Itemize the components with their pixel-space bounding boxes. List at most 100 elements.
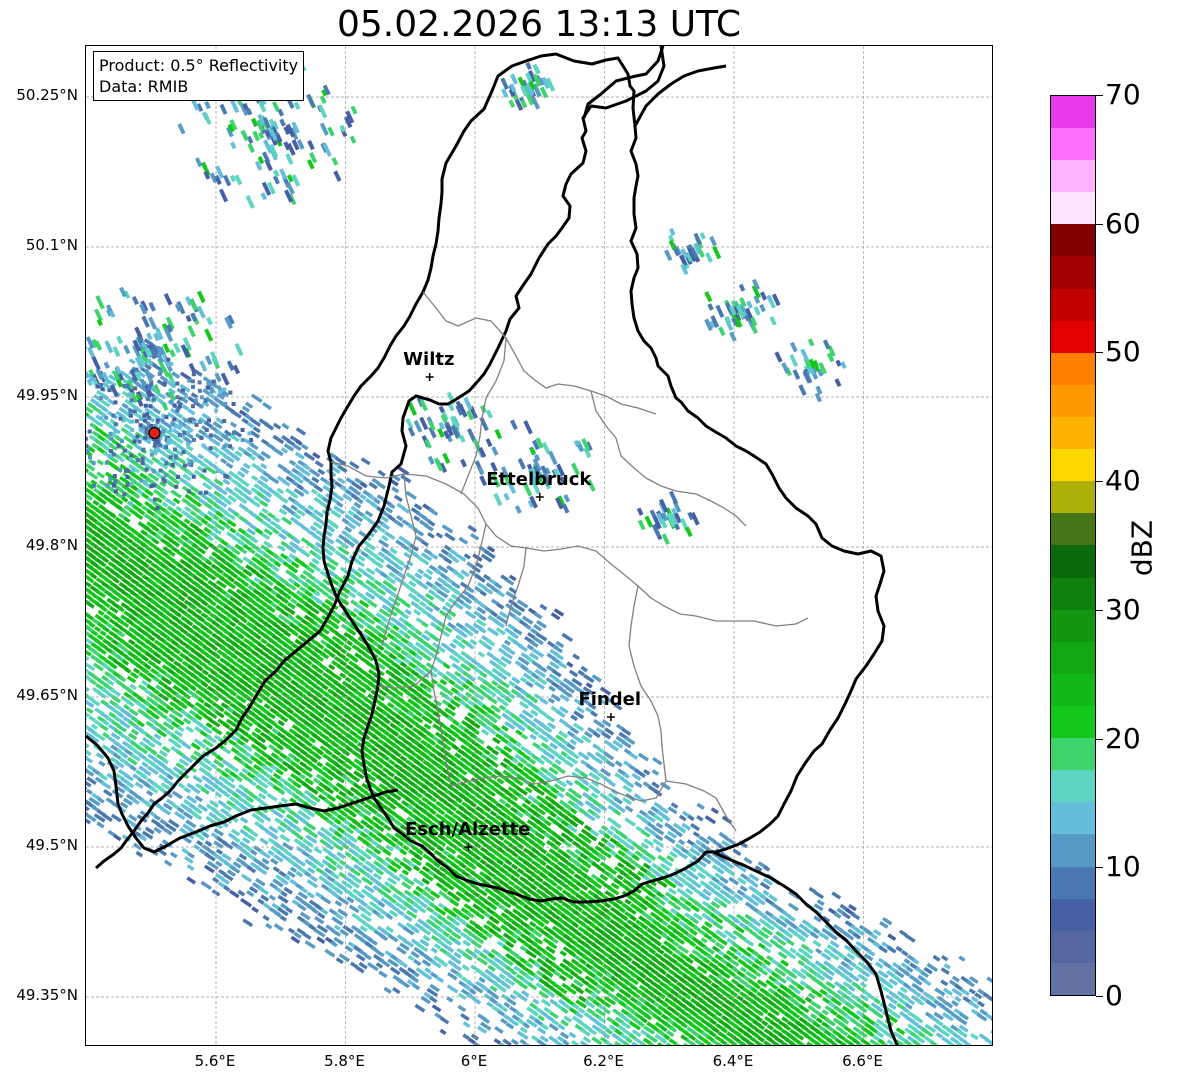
reflectivity-cell — [391, 486, 400, 494]
reflectivity-cell — [427, 532, 435, 539]
reflectivity-cell — [98, 760, 106, 767]
reflectivity-cell — [461, 964, 470, 972]
reflectivity-cell — [421, 971, 433, 981]
reflectivity-cell — [279, 496, 289, 504]
reflectivity-cell — [294, 451, 305, 460]
reflectivity-cell — [251, 475, 259, 482]
reflectivity-cell — [288, 459, 297, 466]
map-title: 05.02.2026 13:13 UTC — [336, 4, 742, 45]
radar-map[interactable] — [85, 45, 993, 1046]
reflectivity-cell — [393, 519, 404, 528]
reflectivity-cell — [344, 676, 352, 683]
reflectivity-cell — [242, 918, 254, 928]
reflectivity-cell — [413, 959, 422, 967]
reflectivity-cell — [300, 549, 311, 558]
reflectivity-cell — [477, 651, 486, 658]
reflectivity-cell — [87, 471, 99, 480]
reflectivity-cell — [310, 488, 318, 495]
reflectivity-cell — [557, 767, 566, 775]
reflectivity-cell — [289, 866, 297, 873]
reflectivity-cell — [439, 1016, 450, 1025]
reflectivity-cell — [161, 501, 169, 508]
reflectivity-cell — [518, 644, 528, 653]
reflectivity-cell — [182, 742, 192, 750]
reflectivity-cell — [251, 906, 259, 914]
reflectivity-cell — [435, 975, 445, 984]
reflectivity-cell — [539, 603, 548, 611]
reflectivity-cell — [458, 536, 469, 545]
reflectivity-cell — [169, 851, 178, 859]
reflectivity-cell — [86, 756, 94, 764]
reflectivity-cell — [302, 931, 312, 940]
reflectivity-cell — [572, 653, 580, 661]
reflectivity-cell — [503, 639, 511, 646]
reflectivity-cell — [346, 640, 354, 647]
reflectivity-cell — [606, 760, 616, 768]
reflectivity-cell — [88, 715, 96, 722]
reflectivity-cell — [86, 426, 88, 435]
reflectivity-cell — [212, 876, 220, 884]
reflectivity-cell — [211, 726, 223, 736]
reflectivity-cell — [254, 727, 262, 734]
reflectivity-cell — [388, 934, 399, 943]
reflectivity-cell — [257, 886, 269, 896]
reflectivity-cell — [228, 889, 240, 899]
reflectivity-cell — [281, 516, 293, 526]
reflectivity-cell — [197, 453, 205, 460]
reflectivity-cell — [547, 697, 555, 704]
reflectivity-cell — [200, 880, 213, 890]
reflectivity-cell — [377, 469, 386, 477]
reflectivity-cell — [279, 915, 288, 922]
reflectivity-cell — [431, 1004, 442, 1013]
reflectivity-cell — [192, 774, 203, 784]
reflectivity-cell — [360, 457, 371, 466]
reflectivity-cell — [239, 816, 249, 824]
reflectivity-cell — [170, 489, 182, 499]
reflectivity-cell — [367, 599, 378, 609]
reflectivity-cell — [279, 833, 291, 843]
reflectivity-cell — [273, 923, 284, 932]
reflectivity-cell — [544, 713, 556, 723]
reflectivity-cell — [94, 626, 102, 633]
reflectivity-cell — [478, 976, 486, 984]
reflectivity-cell — [268, 894, 276, 901]
reflectivity-cell — [430, 947, 438, 954]
reflectivity-cell — [240, 898, 253, 908]
reflectivity-cell — [614, 760, 623, 768]
reflectivity-cell — [378, 970, 388, 979]
reflectivity-cell — [348, 904, 360, 914]
reflectivity-cell — [314, 460, 324, 468]
reflectivity-cell — [225, 462, 234, 469]
reflectivity-cell — [260, 463, 268, 470]
reflectivity-cell — [295, 427, 307, 436]
reflectivity-cell — [424, 967, 432, 974]
reflectivity-cell — [229, 421, 237, 428]
reflectivity-cell — [637, 752, 650, 762]
reflectivity-cell — [86, 682, 90, 692]
reflectivity-cell — [304, 940, 316, 950]
reflectivity-cell — [566, 661, 574, 668]
reflectivity-cell — [100, 780, 112, 790]
reflectivity-cell — [316, 936, 326, 944]
reflectivity-cell — [414, 1003, 426, 1013]
reflectivity-cell — [517, 762, 525, 769]
reflectivity-cell — [86, 747, 92, 757]
reflectivity-cell — [395, 958, 408, 969]
reflectivity-cell — [320, 895, 332, 905]
reflectivity-cell — [539, 697, 549, 706]
reflectivity-cell — [103, 788, 113, 797]
reflectivity-cell — [585, 682, 593, 689]
reflectivity-cell — [113, 833, 122, 842]
reflectivity-cell — [215, 848, 223, 855]
reflectivity-cell — [330, 928, 342, 937]
reflectivity-cell — [177, 782, 186, 790]
reflectivity-cell — [487, 696, 498, 705]
reflectivity-cell — [520, 733, 529, 741]
reflectivity-cell — [196, 840, 204, 847]
radar-map-canvas — [86, 46, 992, 1045]
reflectivity-cell — [277, 894, 289, 904]
reflectivity-cell — [96, 459, 104, 466]
reflectivity-cell — [187, 408, 196, 416]
reflectivity-cell — [392, 987, 401, 995]
reflectivity-cell — [441, 524, 454, 534]
